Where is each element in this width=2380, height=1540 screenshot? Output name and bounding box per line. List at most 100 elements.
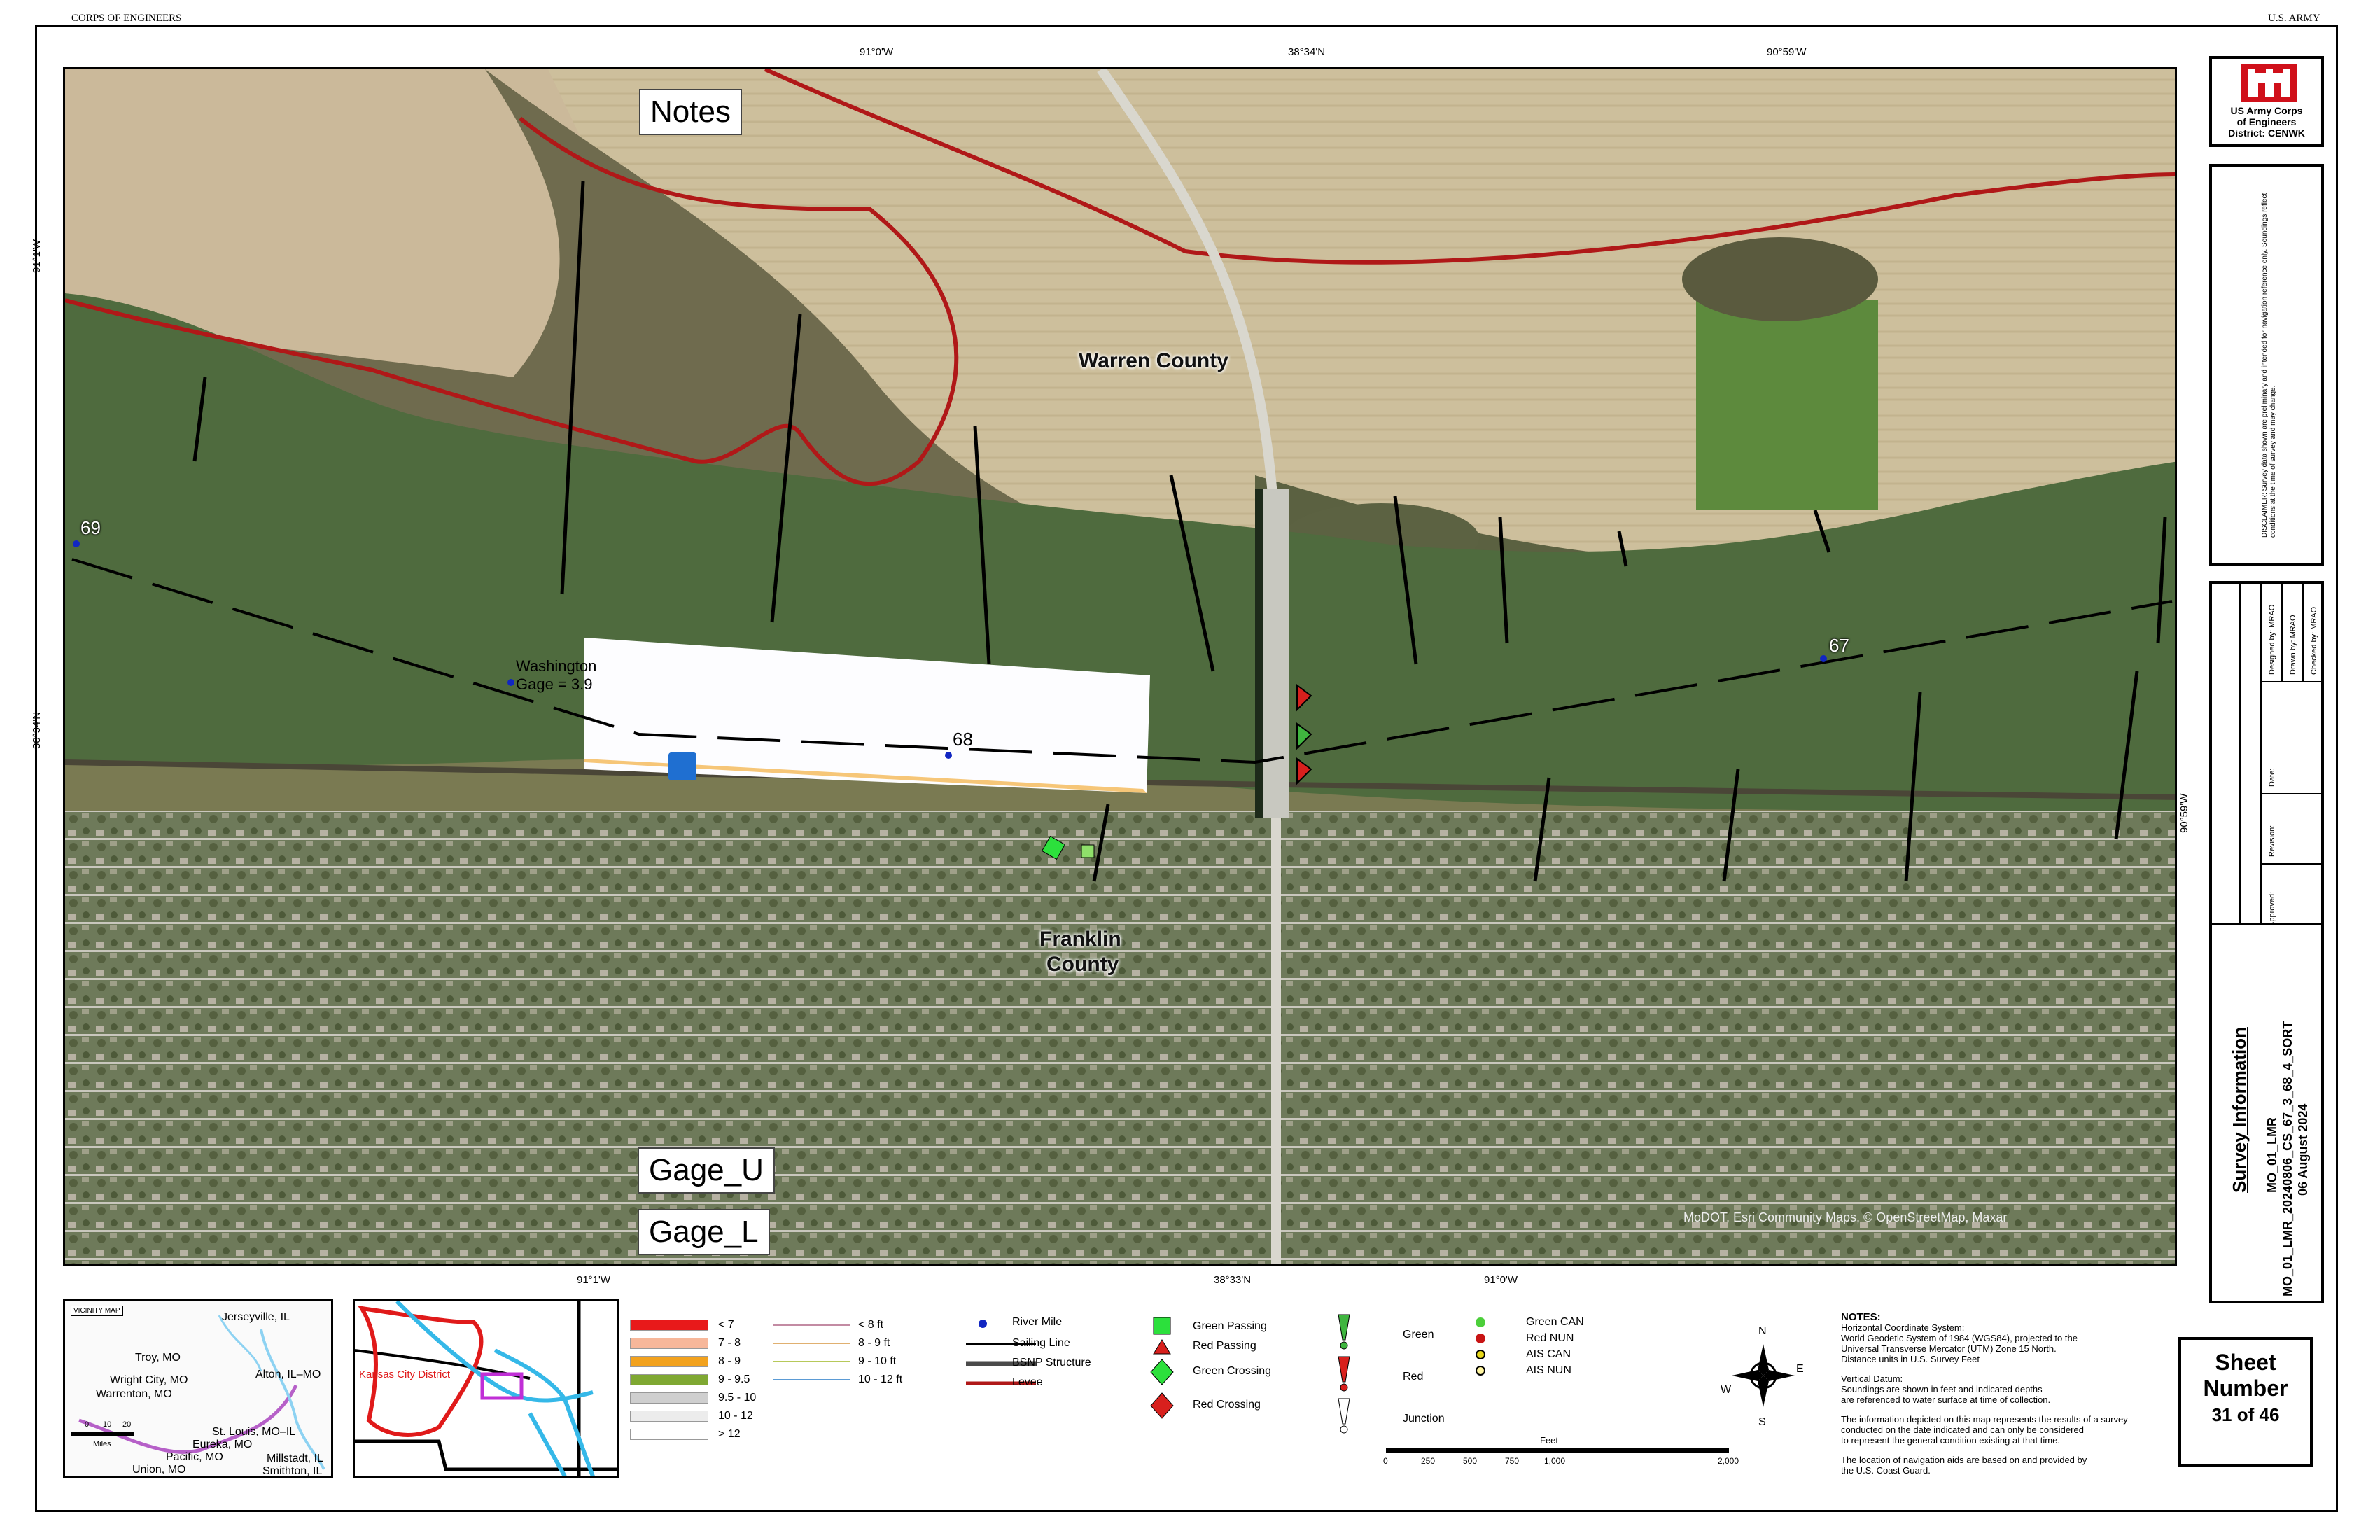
notes-line — [1841, 1405, 2156, 1414]
legend-green-can: Green CAN — [1526, 1316, 1584, 1328]
vic-scale-unit: Miles — [93, 1440, 111, 1448]
scale-tick-750: 750 — [1505, 1456, 1520, 1466]
vic-scale-0: 0 — [85, 1420, 90, 1429]
logo-line1: US Army Corps — [2230, 105, 2303, 116]
place-millstadt: Millstadt, IL — [267, 1452, 323, 1464]
survey-date: 06 August 2024 — [2296, 1103, 2310, 1196]
svg-text:N: N — [1758, 1325, 1767, 1337]
green-passing-icon — [1153, 1317, 1171, 1335]
tick-bottom-2: 38°33'N — [1214, 1274, 1252, 1286]
notes-line — [1841, 1364, 2156, 1373]
survey-id-2: MO_01_LMR_20240806_CS_67_3_68_4_SORT — [2281, 1021, 2295, 1296]
notes-line: Horizontal Coordinate System: — [1841, 1322, 1965, 1333]
vicinity-map[interactable]: VICINITY MAP Jerseyville, IL Troy, MO Al… — [63, 1299, 333, 1478]
sig-date: Date: — [2268, 768, 2276, 787]
depth-swatch — [630, 1374, 708, 1385]
district-map[interactable]: Kansas City District — [353, 1299, 619, 1478]
sig-drawn: Drawn by: MRAO — [2289, 615, 2297, 675]
river-mile-67: 67 — [1829, 635, 1849, 656]
tick-top-3: 90°59'W — [1767, 46, 1807, 58]
legend-green-buoy: Green — [1403, 1329, 1434, 1340]
gage-u-label[interactable]: Gage_U — [638, 1147, 775, 1194]
sig-revision: Revision: — [2268, 825, 2276, 857]
place-pacific: Pacific, MO — [166, 1451, 223, 1463]
legend-ais-nun: AIS NUN — [1526, 1364, 1572, 1376]
legend-sailing-line: Sailing Line — [1012, 1337, 1070, 1349]
ais-can-icon — [1476, 1350, 1485, 1359]
place-union: Union, MO — [132, 1464, 186, 1476]
header-right: U.S. ARMY — [2268, 13, 2320, 24]
place-jerseyville: Jerseyville, IL — [222, 1311, 290, 1323]
survey-info-title: Survey Information — [2229, 1027, 2250, 1193]
sheet-label-2: Number — [2203, 1376, 2288, 1401]
place-alton: Alton, IL–MO — [255, 1368, 321, 1380]
scale-tick-500: 500 — [1463, 1456, 1478, 1466]
depth-legend-row: 9.5 - 10 — [630, 1389, 840, 1407]
sig-checked: Checked by: MRAO — [2310, 606, 2318, 675]
notes-line: Soundings are shown in feet and indicate… — [1841, 1384, 2043, 1394]
red-buoy-icon — [1338, 1356, 1350, 1382]
contour-legend-row: 8 - 9 ft — [773, 1334, 941, 1352]
gage-name: Washington — [516, 657, 597, 675]
depth-legend-row: 10 - 12 — [630, 1407, 840, 1425]
county-label-warren: Warren County — [1079, 349, 1228, 372]
depth-swatch — [630, 1429, 708, 1440]
contour-legend-row: 10 - 12 ft — [773, 1371, 941, 1389]
place-warrenton: Warrenton, MO — [96, 1388, 172, 1400]
logo-line2: of Engineers — [2236, 116, 2297, 127]
notes-line: are referenced to water surface at time … — [1841, 1394, 2051, 1405]
green-can-icon — [1476, 1317, 1485, 1327]
map-view[interactable]: Notes Gage_U Gage_L Warren County Frankl… — [63, 67, 2177, 1266]
vic-scale-10: 10 — [103, 1420, 112, 1429]
place-wright-city: Wright City, MO — [110, 1374, 188, 1386]
logo-line3: District: CENWK — [2228, 127, 2305, 139]
river-mile-symbol — [979, 1320, 987, 1328]
depth-label: > 12 — [718, 1428, 741, 1440]
district-label: Kansas City District — [359, 1368, 451, 1380]
legend-red-passing: Red Passing — [1193, 1340, 1256, 1352]
disclaimer-panel: DISCLAIMER: Survey data shown are prelim… — [2209, 164, 2324, 566]
svg-text:E: E — [1796, 1363, 1804, 1375]
scale-tick-2000: 2,000 — [1718, 1456, 1740, 1466]
legend-red-crossing: Red Crossing — [1193, 1399, 1261, 1410]
depth-legend-row: > 12 — [630, 1425, 840, 1443]
depth-label: 7 - 8 — [718, 1337, 741, 1349]
notes-line: World Geodetic System of 1984 (WGS84), p… — [1841, 1333, 2078, 1343]
legend-green-passing: Green Passing — [1193, 1320, 1267, 1332]
notes-line: to represent the general condition exist… — [1841, 1435, 2060, 1446]
river-mile-69: 69 — [80, 517, 101, 538]
place-smithton: Smithton, IL — [262, 1465, 323, 1477]
legend-junction: Junction — [1403, 1413, 1445, 1424]
gage-l-label[interactable]: Gage_L — [638, 1209, 770, 1255]
red-passing-icon — [1153, 1339, 1171, 1354]
green-buoy-icon — [1338, 1314, 1350, 1340]
vic-scale-20: 20 — [122, 1420, 132, 1429]
depth-swatch — [630, 1338, 708, 1349]
notes-block: NOTES: Horizontal Coordinate System: Worl… — [1841, 1312, 2156, 1476]
notes-line: The information depicted on this map rep… — [1841, 1414, 2128, 1424]
notes-line: The location of navigation aids are base… — [1841, 1455, 2087, 1465]
depth-swatch — [630, 1392, 708, 1404]
notes-line — [1841, 1446, 2156, 1455]
tick-top-1: 91°0'W — [860, 46, 894, 58]
legend-depth-b: < 8 ft 8 - 9 ft 9 - 10 ft 10 - 12 ft — [773, 1316, 941, 1389]
depth-swatch — [630, 1320, 708, 1331]
depth-label: 9.5 - 10 — [718, 1392, 757, 1404]
depth-label: 9 - 9.5 — [718, 1373, 750, 1385]
place-eureka: Eureka, MO — [192, 1438, 253, 1450]
gage-value: Gage = 3.9 — [516, 676, 593, 693]
contour-label: 8 - 9 ft — [858, 1337, 890, 1349]
logo-panel: US Army Corps of Engineers District: CEN… — [2209, 56, 2324, 147]
tick-right-1: 90°59'W — [2178, 793, 2190, 833]
county-label-franklin-2: County — [1046, 953, 1119, 976]
notes-label[interactable]: Notes — [639, 89, 742, 135]
contour-legend-row: 9 - 10 ft — [773, 1352, 941, 1371]
contour-label: 10 - 12 ft — [858, 1373, 903, 1385]
sheet-label-1: Sheet — [2215, 1350, 2276, 1375]
legend-green-crossing: Green Crossing — [1193, 1365, 1272, 1377]
ais-nun-icon — [1476, 1366, 1485, 1376]
notes-line: Distance units in U.S. Survey Feet — [1841, 1354, 1980, 1364]
legend-bsnp: BSNP Structure — [1012, 1357, 1091, 1368]
contour-line-swatch — [773, 1361, 850, 1362]
tick-bottom-1: 91°1'W — [577, 1274, 611, 1286]
